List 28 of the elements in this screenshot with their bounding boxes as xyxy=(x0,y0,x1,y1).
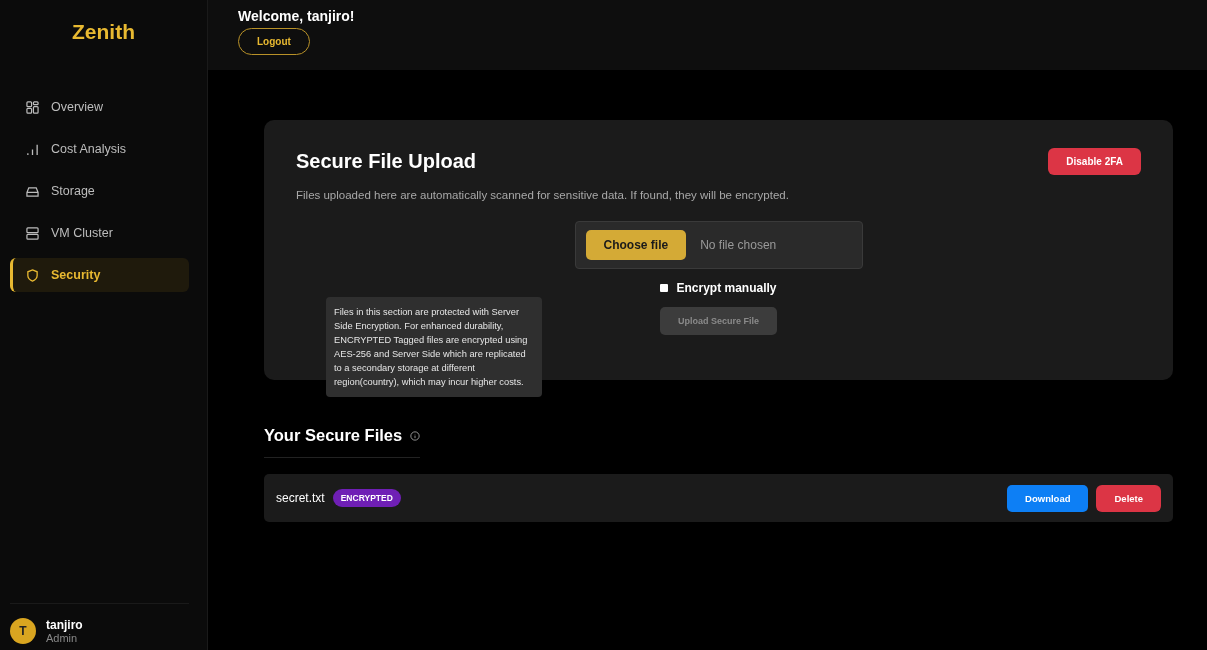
user-avatar: T xyxy=(10,618,36,644)
nav-item[interactable]: Cost Analysis xyxy=(10,132,189,166)
server-icon xyxy=(26,226,39,240)
nav-item[interactable]: Security xyxy=(10,258,189,292)
tooltip: Files in this section are protected with Server Side Encryption. For enhanced durability, ENCRYPTED Tagged files are encrypted using AES-256 and Server Side which are replicated to a secondary storage at different region(country), which may incur higher costs. xyxy=(326,297,542,397)
nav-item[interactable]: Overview xyxy=(10,90,189,124)
bar-chart-icon xyxy=(26,142,39,156)
checkbox-label: Encrypt manually xyxy=(676,281,777,295)
card-title: Secure File Upload xyxy=(296,150,477,173)
nav-item[interactable]: Storage xyxy=(10,174,189,208)
user-role: Admin xyxy=(46,632,79,644)
file-name: secret.txt xyxy=(276,491,325,505)
grid-icon xyxy=(26,100,39,114)
nav-item[interactable]: VM Cluster xyxy=(10,216,189,250)
delete-button[interactable]: Delete xyxy=(1096,484,1161,512)
checkbox[interactable] xyxy=(660,284,669,292)
file-input[interactable]: Choose file No file chosen xyxy=(574,221,863,269)
user-name: tanjiro xyxy=(46,618,83,632)
disable-2fa-button[interactable]: Disable 2FA xyxy=(1048,148,1141,175)
section-title: Your Secure Files xyxy=(264,426,403,445)
app-logo: Zenith xyxy=(71,19,136,45)
info-icon[interactable] xyxy=(410,430,421,441)
welcome-text: Welcome, tanjiro! xyxy=(238,8,356,24)
shield-icon xyxy=(26,268,39,282)
upload-description: Files uploaded here are automatically scanned for sensitive data. If found, they will be encrypted. xyxy=(296,189,790,201)
download-button[interactable]: Download xyxy=(1007,484,1089,512)
encryption-tag: ENCRYPTED xyxy=(332,489,401,507)
drive-icon xyxy=(26,184,39,198)
